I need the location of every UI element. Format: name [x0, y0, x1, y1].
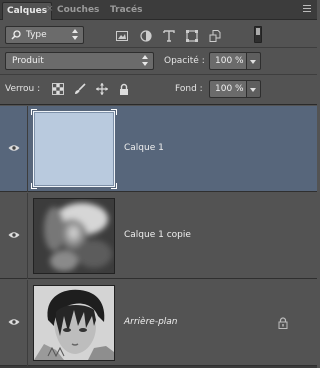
blend-mode-dropdown[interactable]: Produit	[5, 52, 154, 70]
layer-thumbnail[interactable]	[31, 109, 117, 189]
adjustment-filter-icon[interactable]	[140, 30, 152, 42]
visibility-cell[interactable]	[0, 280, 28, 366]
opacity-dropdown-button[interactable]	[247, 52, 261, 70]
eye-icon[interactable]	[8, 144, 20, 152]
layer-name[interactable]: Calque 1 copie	[124, 230, 191, 240]
filter-toggle-icon[interactable]	[254, 26, 262, 43]
portrait-thumbnail	[34, 286, 114, 360]
shape-filter-icon[interactable]	[186, 30, 198, 42]
lock-icon	[278, 317, 288, 329]
eye-icon[interactable]	[8, 318, 20, 326]
layer-row-calque-1[interactable]: Calque 1	[0, 106, 317, 192]
chevron-down-icon	[250, 88, 256, 92]
lock-all-icon[interactable]	[118, 83, 130, 95]
selection-corner-marks	[31, 109, 117, 189]
blurred-portrait-thumbnail	[34, 199, 114, 273]
image-filter-icon[interactable]	[116, 30, 128, 42]
tab-couches[interactable]: Couches	[53, 2, 103, 20]
layer-name[interactable]: Arrière-plan	[124, 317, 178, 327]
lock-pixels-icon[interactable]	[74, 83, 86, 95]
smart-object-filter-icon[interactable]	[209, 30, 221, 42]
tab-traces[interactable]: Tracés	[106, 2, 146, 20]
chevron-down-icon	[250, 60, 256, 64]
text-filter-icon[interactable]	[163, 30, 175, 42]
visibility-cell[interactable]	[0, 193, 28, 279]
opacity-field[interactable]: 100 %	[209, 52, 247, 70]
filter-type-label: Type	[26, 30, 47, 40]
layer-name[interactable]: Calque 1	[124, 143, 164, 153]
panel-menu-icon[interactable]	[301, 4, 313, 14]
fill-dropdown-button[interactable]	[247, 80, 261, 98]
lock-transparency-icon[interactable]	[52, 83, 64, 95]
blend-mode-label: Produit	[12, 56, 44, 66]
opacity-label: Opacité :	[164, 56, 205, 66]
filter-type-dropdown[interactable]: Type	[5, 26, 84, 44]
layer-row-arriere-plan[interactable]: Arrière-plan	[0, 280, 317, 366]
fill-field[interactable]: 100 %	[209, 80, 247, 98]
chevron-updown-icon	[142, 55, 149, 66]
chevron-updown-icon	[72, 29, 79, 40]
lock-label: Verrou :	[5, 84, 41, 94]
layer-thumbnail[interactable]	[33, 198, 115, 274]
tab-calques[interactable]: Calques	[2, 2, 53, 20]
panel-tab-bar: Calques × Couches Tracés	[0, 0, 317, 20]
lock-position-icon[interactable]	[96, 83, 108, 95]
search-icon	[11, 30, 21, 40]
layer-thumbnail[interactable]	[33, 285, 115, 361]
layer-row-calque-1-copie[interactable]: Calque 1 copie	[0, 193, 317, 279]
eye-icon[interactable]	[8, 231, 20, 239]
fill-label: Fond :	[175, 84, 203, 94]
visibility-cell[interactable]	[0, 106, 28, 192]
